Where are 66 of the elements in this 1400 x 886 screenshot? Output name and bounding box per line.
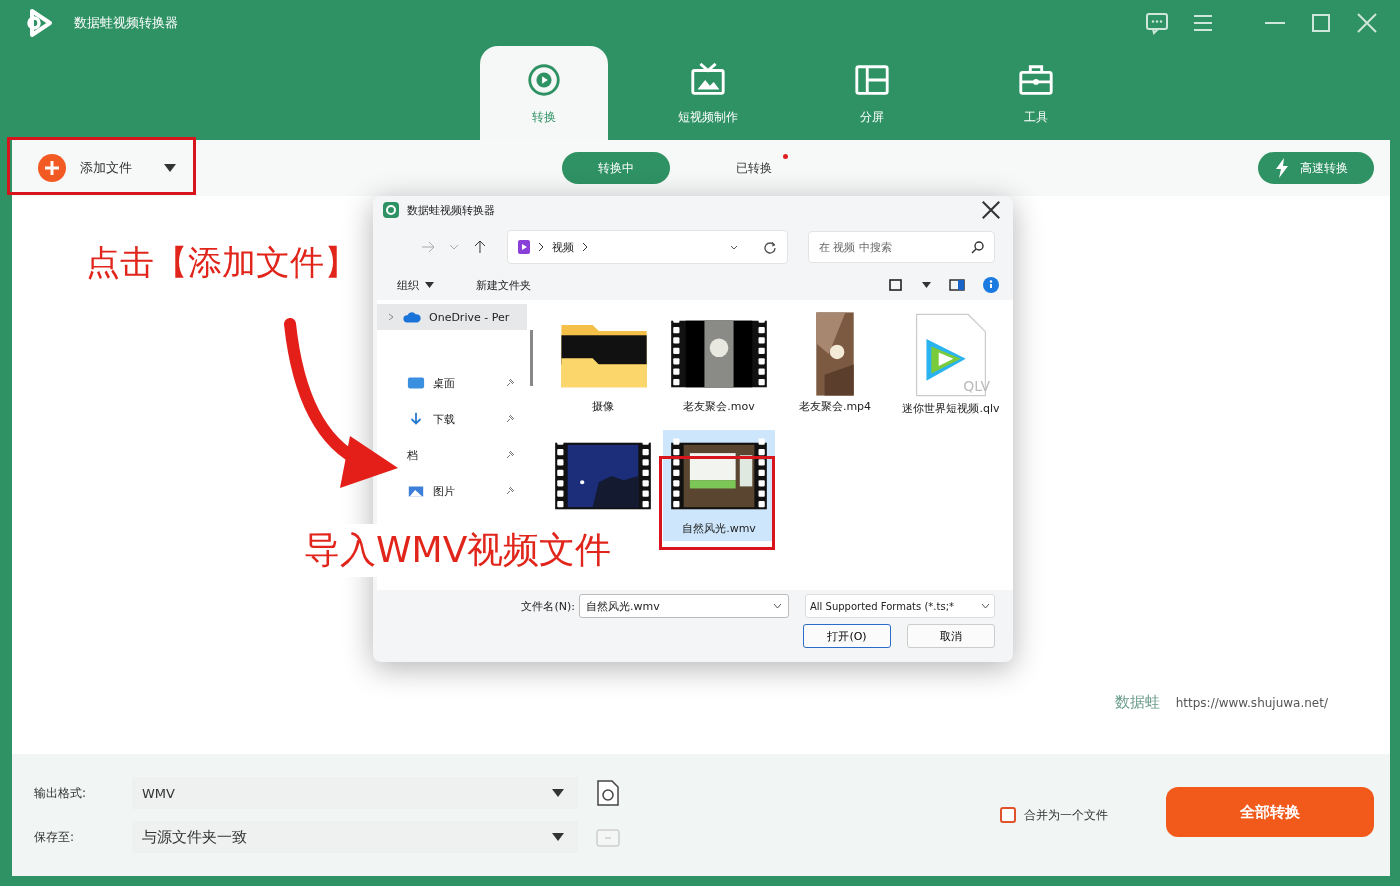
- search-icon[interactable]: [971, 240, 985, 254]
- status-tab[interactable]: 已转换: [700, 152, 808, 184]
- main-tab[interactable]: 分屏: [808, 46, 936, 140]
- app-logo-icon: [383, 202, 399, 218]
- filename-label: 文件名(N):: [521, 598, 575, 614]
- merge-checkbox[interactable]: 合并为一个文件: [994, 805, 1114, 825]
- caret-icon: [164, 164, 176, 172]
- search-field[interactable]: 在 视频 中搜索: [808, 231, 995, 263]
- refresh-icon[interactable]: [763, 240, 777, 254]
- file-settings-icon[interactable]: [596, 780, 620, 806]
- plus-icon: [38, 154, 66, 182]
- output-format-label: 输出格式:: [34, 784, 88, 802]
- file-item[interactable]: 老友聚会.mov: [663, 308, 775, 419]
- annotation-text: 点击【添加文件】: [86, 241, 358, 284]
- pin-icon: [505, 486, 515, 496]
- nav-item[interactable]: 图片: [403, 478, 459, 504]
- video-folder-icon: [517, 240, 530, 254]
- chevron-down-icon: [773, 603, 782, 609]
- nav-item[interactable]: OneDrive - Per: [377, 304, 527, 330]
- pin-icon: [505, 378, 515, 388]
- turbo-convert-button[interactable]: 高速转换: [1258, 152, 1374, 184]
- filename-field[interactable]: 自然风光.wmv: [579, 594, 789, 618]
- up-arrow-icon[interactable]: [472, 240, 487, 254]
- caret-icon: [552, 789, 564, 797]
- app-title: 数据蛙视频转换器: [74, 14, 178, 32]
- desktop-icon: [407, 376, 425, 390]
- nav-item[interactable]: 下载: [403, 406, 459, 432]
- caret-icon: [425, 282, 434, 288]
- file-item[interactable]: QLV 迷你世界短视频.qlv: [895, 308, 1007, 421]
- cancel-button[interactable]: 取消: [907, 624, 995, 648]
- organize-menu[interactable]: 组织: [391, 276, 440, 294]
- main-tab[interactable]: 工具: [972, 46, 1100, 140]
- pin-icon: [505, 414, 515, 424]
- file-item[interactable]: 老友聚会.mp4: [779, 308, 891, 419]
- pictures-icon: [407, 484, 425, 498]
- caret-icon[interactable]: [922, 282, 931, 288]
- add-file-button[interactable]: 添加文件: [34, 148, 180, 188]
- chevron-right-icon: [537, 242, 544, 252]
- caret-icon: [552, 833, 564, 841]
- nav-item[interactable]: 档: [403, 442, 422, 468]
- save-location-select[interactable]: 与源文件夹一致: [132, 821, 578, 853]
- chevron-down-icon: [981, 603, 990, 609]
- pin-icon: [505, 450, 515, 460]
- chat-icon[interactable]: [1144, 10, 1170, 36]
- file-item[interactable]: 摄像: [547, 308, 659, 419]
- chevron-right-icon: [581, 242, 588, 252]
- preview-pane-icon[interactable]: [949, 277, 965, 293]
- file-item[interactable]: 自然风光.wmv: [663, 430, 775, 541]
- save-to-label: 保存至:: [34, 828, 76, 846]
- cloud-icon: [403, 310, 421, 324]
- main-tab[interactable]: 转换: [480, 46, 608, 140]
- address-bar[interactable]: 视频: [506, 230, 788, 264]
- open-button[interactable]: 打开(O): [803, 624, 891, 648]
- view-icon[interactable]: [888, 277, 904, 293]
- nav-item[interactable]: 桌面: [403, 370, 459, 396]
- website-url: https://www.shujuwa.net/: [1175, 695, 1328, 710]
- new-folder-button[interactable]: 新建文件夹: [470, 276, 537, 294]
- chevron-right-icon[interactable]: [387, 313, 395, 321]
- help-icon[interactable]: [983, 277, 999, 293]
- output-format-select[interactable]: WMV: [132, 777, 578, 809]
- status-tab[interactable]: 转换中: [562, 152, 670, 184]
- lightning-icon: [1274, 158, 1290, 178]
- main-tab[interactable]: 短视频制作: [644, 46, 772, 140]
- brand-logo-text: 数据蛙: [1114, 693, 1160, 712]
- file-type-select[interactable]: All Supported Formats (*.ts;*: [805, 594, 995, 618]
- dialog-title: 数据蛙视频转换器: [407, 202, 495, 218]
